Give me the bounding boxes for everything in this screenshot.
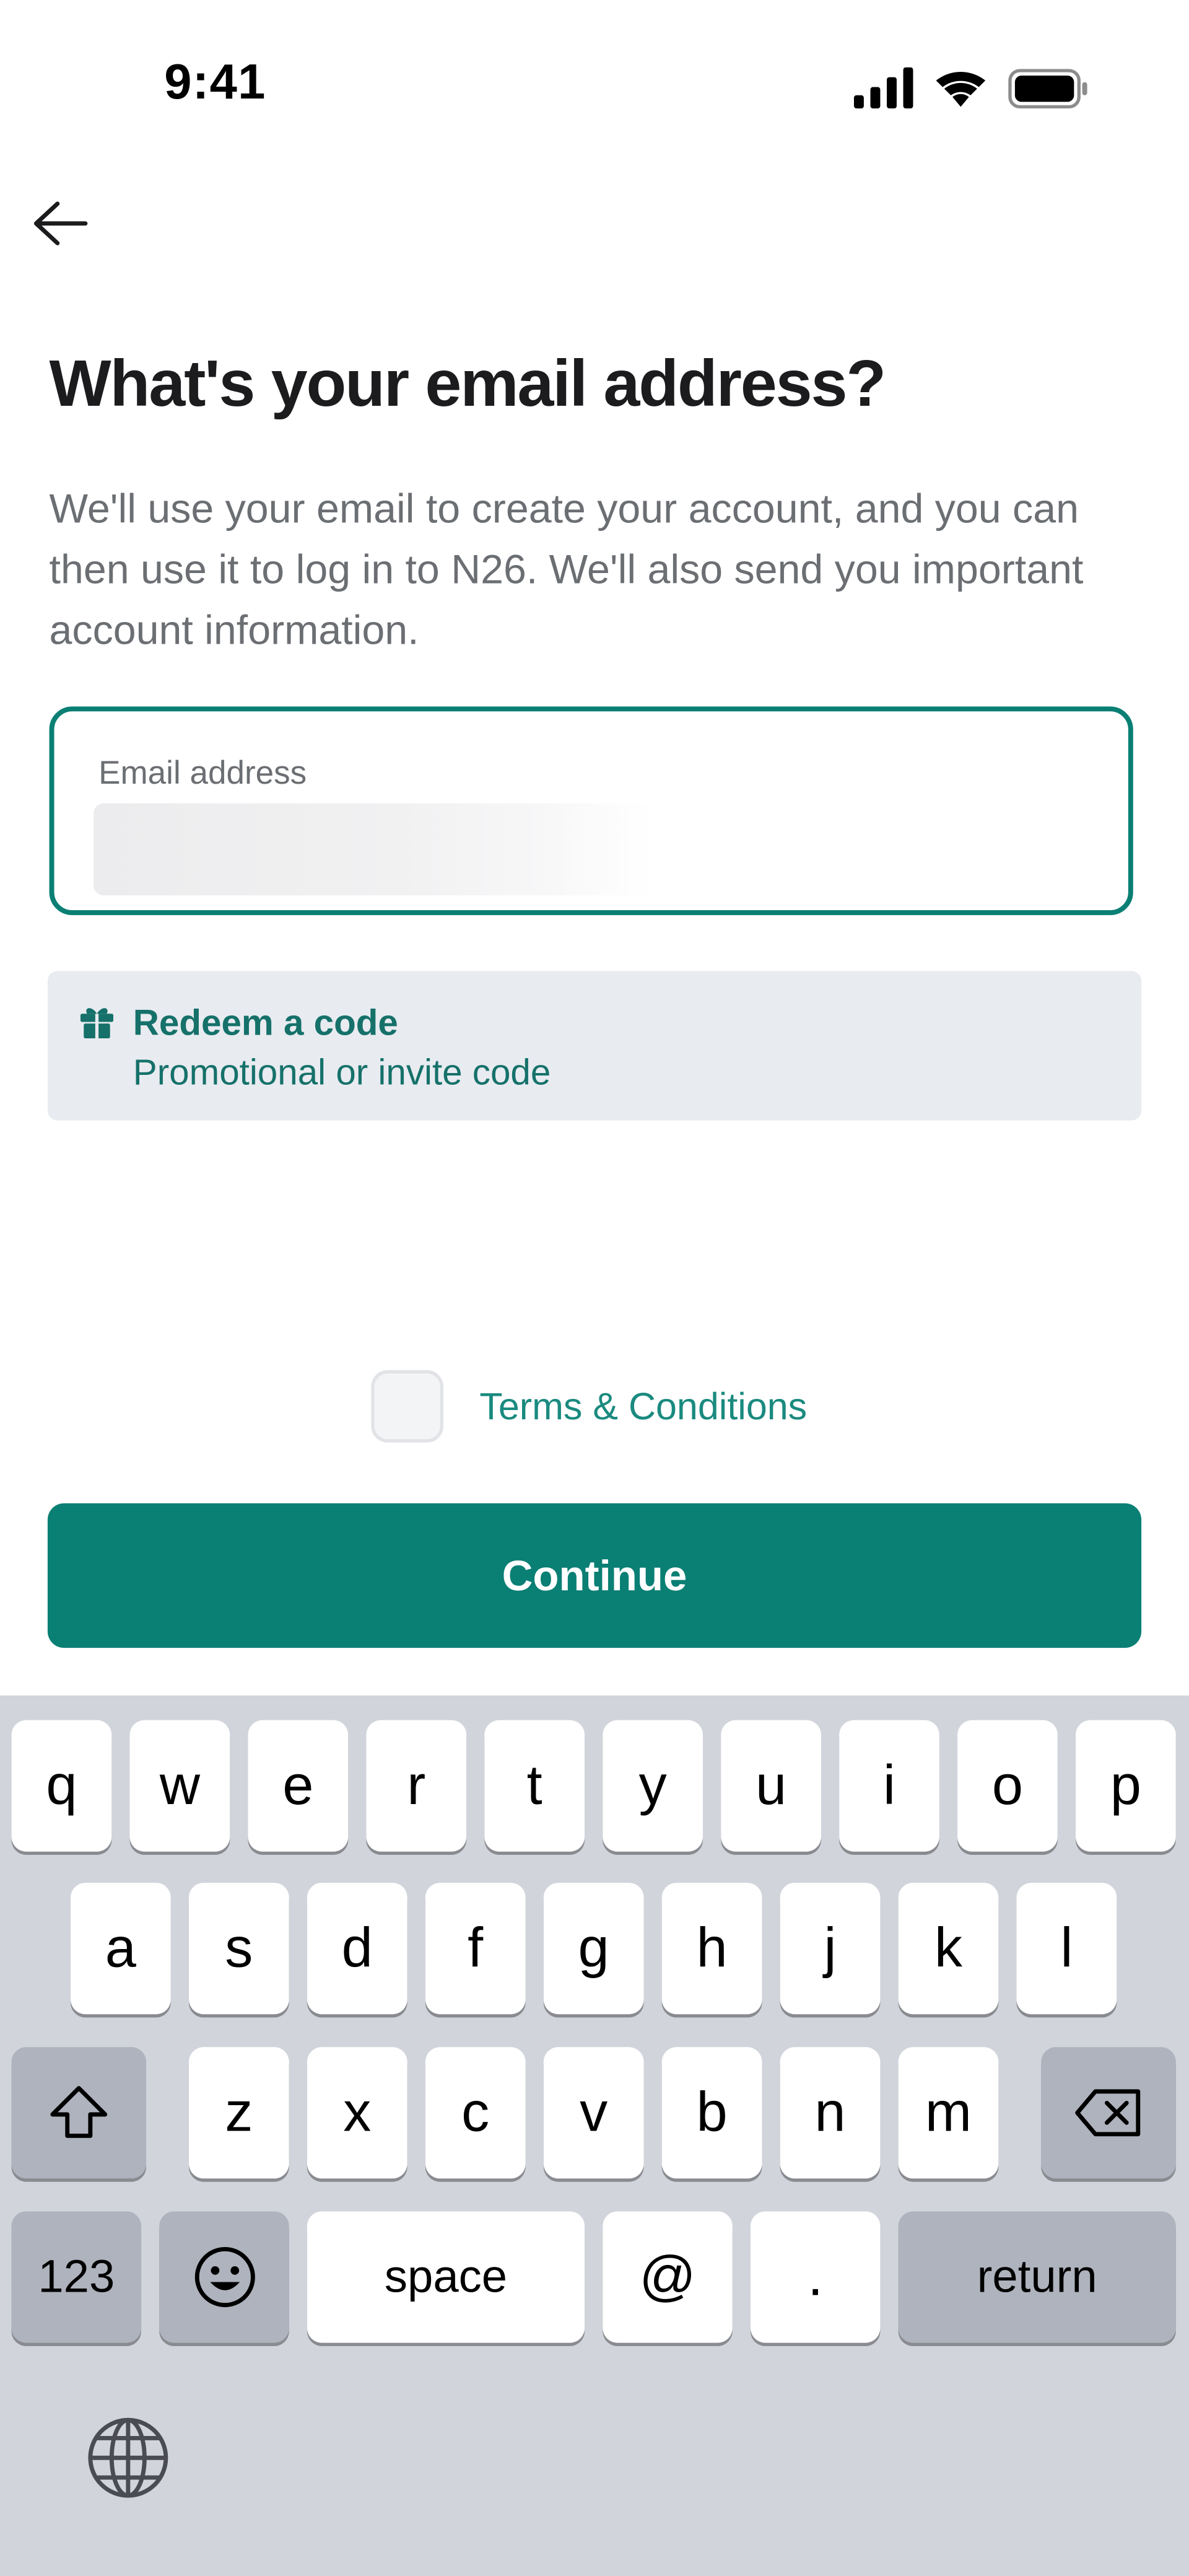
- numbers-key[interactable]: 123: [11, 2211, 142, 2343]
- key-v[interactable]: v: [543, 2047, 644, 2179]
- key-m[interactable]: m: [898, 2047, 999, 2179]
- redeem-subtitle: Promotional or invite code: [133, 1051, 551, 1093]
- emoji-icon: [194, 2247, 255, 2308]
- key-l[interactable]: l: [1016, 1883, 1117, 2015]
- key-j[interactable]: j: [780, 1883, 881, 2015]
- key-q[interactable]: q: [11, 1720, 112, 1852]
- key-g[interactable]: g: [543, 1883, 644, 2015]
- redeem-title: Redeem a code: [133, 1002, 398, 1043]
- period-key[interactable]: .: [750, 2211, 881, 2343]
- key-x[interactable]: x: [307, 2047, 407, 2179]
- screen: 9:41 What's your email address? We'll us…: [0, 0, 1189, 2576]
- page-title: What's your email address?: [49, 348, 887, 421]
- cellular-signal-icon: [853, 67, 913, 109]
- key-k[interactable]: k: [898, 1883, 999, 2015]
- key-h[interactable]: h: [661, 1883, 762, 2015]
- arrow-left-icon[interactable]: [26, 191, 98, 256]
- key-u[interactable]: u: [721, 1720, 821, 1852]
- key-t[interactable]: t: [484, 1720, 585, 1852]
- terms-checkbox[interactable]: [371, 1370, 444, 1443]
- emoji-key[interactable]: [159, 2211, 289, 2343]
- terms-link[interactable]: Terms & Conditions: [479, 1385, 807, 1430]
- key-r[interactable]: r: [366, 1720, 467, 1852]
- key-n[interactable]: n: [780, 2047, 881, 2179]
- key-w[interactable]: w: [129, 1720, 230, 1852]
- email-field-label: Email address: [98, 755, 307, 792]
- key-f[interactable]: f: [425, 1883, 526, 2015]
- gift-icon: [80, 1008, 113, 1039]
- key-s[interactable]: s: [188, 1883, 289, 2015]
- redeem-code-button[interactable]: Redeem a code Promotional or invite code: [47, 971, 1142, 1121]
- battery-icon: [1008, 69, 1087, 109]
- wifi-icon: [936, 71, 986, 107]
- key-e[interactable]: e: [248, 1720, 349, 1852]
- key-y[interactable]: y: [603, 1720, 703, 1852]
- keyboard: q w e r t y u i o p a s d f g h j k l z …: [0, 1695, 1189, 2576]
- key-z[interactable]: z: [188, 2047, 289, 2179]
- return-key[interactable]: return: [898, 2211, 1176, 2343]
- key-b[interactable]: b: [661, 2047, 762, 2179]
- key-a[interactable]: a: [71, 1883, 171, 2015]
- status-icons: [853, 67, 1087, 109]
- key-o[interactable]: o: [957, 1720, 1058, 1852]
- shift-icon: [50, 2086, 108, 2138]
- backspace-icon: [1075, 2089, 1141, 2137]
- space-key[interactable]: space: [307, 2211, 585, 2343]
- globe-icon[interactable]: [85, 2415, 171, 2500]
- page-description: We'll use your email to create your acco…: [49, 486, 1084, 654]
- status-time: 9:41: [164, 56, 266, 110]
- key-c[interactable]: c: [425, 2047, 526, 2179]
- continue-button[interactable]: Continue: [47, 1503, 1142, 1648]
- shift-key[interactable]: [11, 2047, 147, 2179]
- key-p[interactable]: p: [1075, 1720, 1176, 1852]
- key-d[interactable]: d: [307, 1883, 407, 2015]
- backspace-key[interactable]: [1041, 2047, 1176, 2179]
- email-input[interactable]: [94, 803, 1086, 899]
- key-i[interactable]: i: [839, 1720, 939, 1852]
- email-field[interactable]: Email address: [49, 706, 1133, 916]
- at-key[interactable]: @: [603, 2211, 733, 2343]
